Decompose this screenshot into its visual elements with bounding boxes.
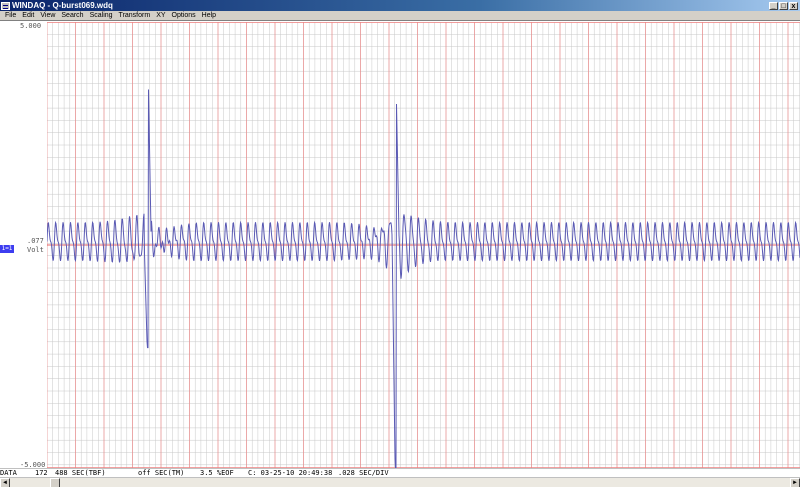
app-icon[interactable]: [1, 1, 10, 10]
channel-value: .077: [27, 237, 44, 245]
horizontal-scrollbar[interactable]: ◄ ►: [0, 477, 800, 487]
menu-edit[interactable]: Edit: [19, 11, 37, 20]
channel-marker[interactable]: 1=1: [0, 245, 14, 253]
close-button[interactable]: x: [789, 1, 798, 10]
menu-scaling[interactable]: Scaling: [87, 11, 116, 20]
y-axis-top-label: 5.000: [20, 22, 42, 30]
window-title: WINDAQ - Q-burst069.wdq: [12, 1, 113, 10]
menu-file[interactable]: File: [2, 11, 19, 20]
channel-unit: Volt: [27, 246, 44, 254]
channel-1-trace: [47, 89, 800, 468]
title-bar: WINDAQ - Q-burst069.wdq _ □ x: [0, 0, 800, 11]
menu-transform[interactable]: Transform: [116, 11, 154, 20]
minimize-button[interactable]: _: [769, 1, 778, 10]
menu-options[interactable]: Options: [169, 11, 199, 20]
scroll-right-button[interactable]: ►: [790, 478, 800, 487]
menu-bar: File Edit View Search Scaling Transform …: [0, 11, 800, 21]
menu-search[interactable]: Search: [58, 11, 86, 20]
menu-view[interactable]: View: [37, 11, 58, 20]
maximize-button[interactable]: □: [779, 1, 788, 10]
waveform-plot[interactable]: [47, 22, 800, 468]
scroll-thumb[interactable]: [50, 478, 60, 487]
menu-xy[interactable]: XY: [153, 11, 168, 20]
menu-help[interactable]: Help: [199, 11, 219, 20]
status-bar: DATA 172 488 SEC(TBF) off SEC(TM) 3.5 %E…: [0, 468, 800, 477]
waveform-svg: [47, 22, 800, 468]
scroll-left-button[interactable]: ◄: [0, 478, 10, 487]
